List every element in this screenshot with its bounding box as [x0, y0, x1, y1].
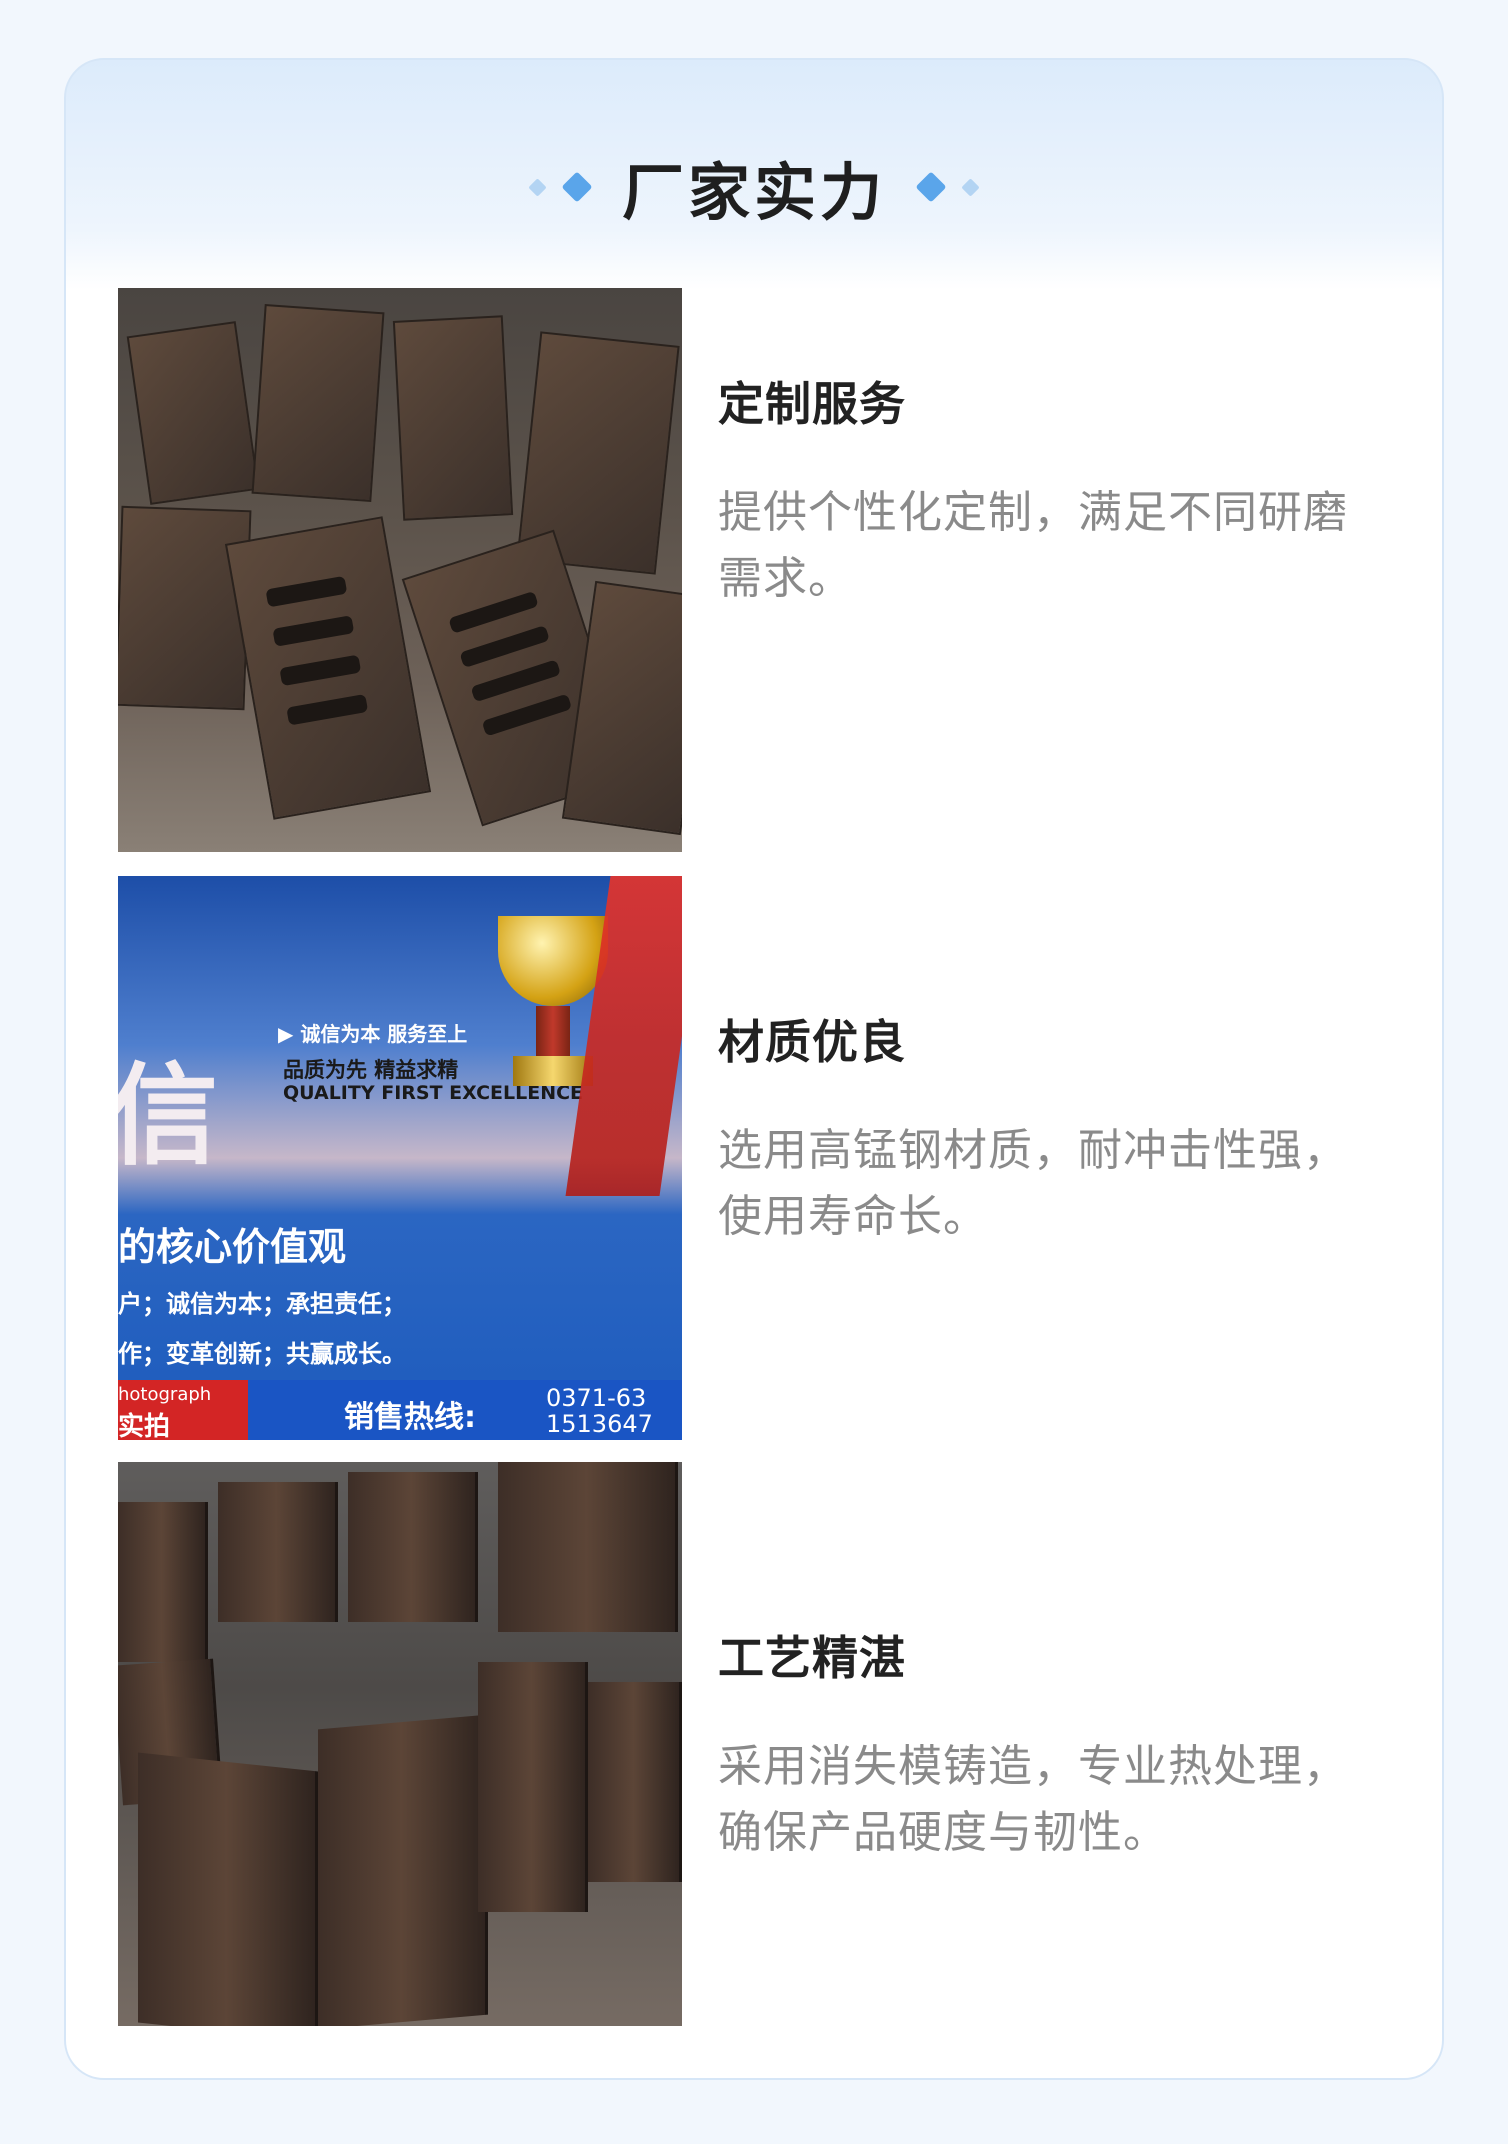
feature-desc: 提供个性化定制，满足不同研磨 需求。 [718, 480, 1398, 612]
diamond-icon [915, 171, 947, 203]
stacked-castings-photo [118, 1462, 682, 2026]
feature-desc-line: 使用寿命长。 [718, 1191, 988, 1242]
feature-desc: 采用消失模铸造，专业热处理， 确保产品硬度与韧性。 [718, 1734, 1398, 1866]
feature-title: 材质优良 [718, 1015, 906, 1069]
feature-row: 信 ▶ 诚信为本 服务至上 品质为先 精益求精 QUALITY FIRST EX… [118, 876, 1418, 1440]
banner-values-line: 作；变革创新；共赢成长。 [118, 1340, 406, 1368]
left-decoration [528, 171, 593, 203]
feature-row: 定制服务 提供个性化定制，满足不同研磨 需求。 [118, 288, 1418, 852]
banner-values-title: 的核心价值观 [118, 1224, 347, 1269]
factory-strength-card: 厂家实力 定制服务 提供个性化定制，满足不同研磨 需求。 信 ▶ 诚信为本 服务… [64, 58, 1444, 2080]
section-header: 厂家实力 [66, 142, 1442, 232]
feature-row: 工艺精湛 采用消失模铸造，专业热处理， 确保产品硬度与韧性。 [118, 1462, 1418, 2026]
feature-desc-line: 确保产品硬度与韧性。 [718, 1807, 1168, 1858]
banner-photo-tag: hotograph 实拍 [118, 1380, 248, 1440]
section-title: 厂家实力 [621, 156, 886, 229]
feature-desc-line: 提供个性化定制，满足不同研磨 [718, 487, 1348, 538]
feature-desc-line: 选用高锰钢材质，耐冲击性强， [718, 1125, 1348, 1176]
banner-big-char: 信 [118, 1051, 218, 1180]
feature-title: 工艺精湛 [718, 1631, 906, 1685]
banner-slogan: ▶ 诚信为本 服务至上 [278, 1022, 468, 1046]
hotline-number: 1513647 [546, 1410, 653, 1438]
feature-title: 定制服务 [718, 377, 906, 431]
wear-liner-plates-photo [118, 288, 682, 852]
banner-slogan: 品质为先 精益求精 [283, 1058, 459, 1082]
photo-tag-text: hotograph [118, 1384, 212, 1405]
feature-desc-line: 采用消失模铸造，专业热处理， [718, 1741, 1348, 1792]
feature-text: 工艺精湛 采用消失模铸造，专业热处理， 确保产品硬度与韧性。 [718, 1622, 1398, 1866]
hotline-label: 销售热线: [344, 1400, 476, 1435]
feature-desc-line: 需求。 [718, 553, 853, 604]
company-banner-photo: 信 ▶ 诚信为本 服务至上 品质为先 精益求精 QUALITY FIRST EX… [118, 876, 682, 1440]
hotline-number: 0371-63 [546, 1384, 647, 1412]
diamond-icon [961, 177, 980, 197]
diamond-icon [528, 177, 547, 197]
photo-tag-text: 实拍 [118, 1412, 171, 1440]
banner-hotline: 销售热线: 0371-63 1513647 [248, 1380, 682, 1440]
feature-text: 材质优良 选用高锰钢材质，耐冲击性强， 使用寿命长。 [718, 1006, 1398, 1250]
feature-desc: 选用高锰钢材质，耐冲击性强， 使用寿命长。 [718, 1118, 1398, 1250]
diamond-icon [561, 171, 593, 203]
feature-text: 定制服务 提供个性化定制，满足不同研磨 需求。 [718, 368, 1398, 612]
right-decoration [915, 171, 980, 203]
banner-values-line: 户；诚信为本；承担责任； [118, 1290, 406, 1318]
